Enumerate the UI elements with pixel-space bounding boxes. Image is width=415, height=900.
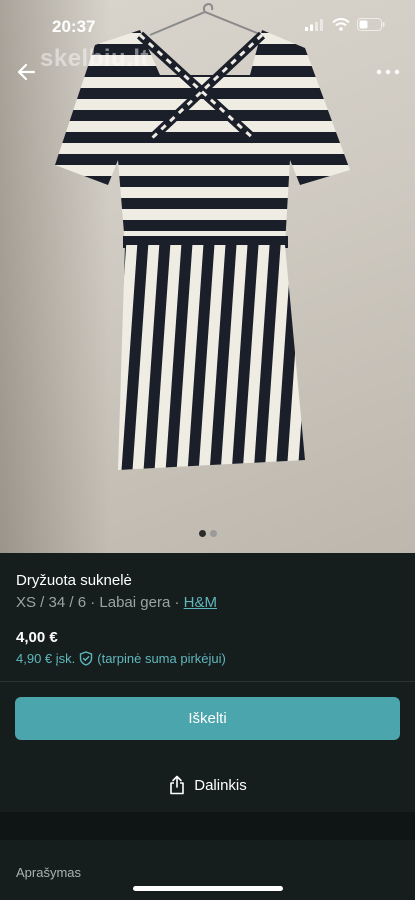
listing-brand-link[interactable]: H&M bbox=[184, 594, 217, 611]
divider bbox=[0, 681, 415, 682]
more-options-button[interactable] bbox=[375, 62, 401, 82]
listing-condition: Labai gera bbox=[99, 594, 171, 611]
dress-image bbox=[55, 3, 350, 470]
battery-icon bbox=[357, 18, 385, 31]
watermark: skelbiu.lt bbox=[40, 45, 150, 72]
share-icon bbox=[170, 775, 185, 795]
price-note: (tarpinė suma pirkėjui) bbox=[97, 651, 226, 666]
gallery-indicator bbox=[0, 530, 415, 537]
gallery-dot-active[interactable] bbox=[198, 530, 206, 537]
share-button[interactable]: Dalinkis bbox=[0, 770, 415, 800]
shield-check-icon bbox=[80, 651, 93, 666]
back-arrow-icon bbox=[17, 63, 36, 81]
signal-icon bbox=[305, 18, 323, 31]
meta-separator: · bbox=[86, 594, 100, 611]
section-separator bbox=[0, 812, 415, 840]
home-indicator[interactable] bbox=[133, 886, 283, 891]
wifi-icon bbox=[332, 18, 350, 31]
listing-meta: XS / 34 / 6 · Labai gera · H&M bbox=[16, 594, 217, 611]
meta-separator: · bbox=[170, 594, 184, 611]
back-button[interactable] bbox=[14, 58, 42, 86]
status-bar: 20:37 bbox=[0, 0, 415, 50]
share-label: Dalinkis bbox=[194, 776, 247, 794]
price-with-fees[interactable]: 4,90 € įsk. (tarpinė suma pirkėjui) bbox=[16, 651, 226, 666]
product-photo[interactable] bbox=[0, 0, 415, 553]
gallery-dot[interactable] bbox=[209, 530, 217, 537]
description-heading: Aprašymas bbox=[16, 865, 82, 880]
listing-price: 4,00 € bbox=[16, 629, 58, 646]
listing-title: Dryžuota suknelė bbox=[16, 572, 132, 589]
listing-size: XS / 34 / 6 bbox=[16, 594, 87, 611]
status-icons bbox=[305, 18, 385, 31]
bump-button[interactable]: Iškelti bbox=[15, 697, 400, 740]
more-icon bbox=[376, 69, 400, 75]
price-incl-value: 4,90 € įsk. bbox=[16, 651, 76, 666]
status-time: 20:37 bbox=[52, 17, 96, 36]
